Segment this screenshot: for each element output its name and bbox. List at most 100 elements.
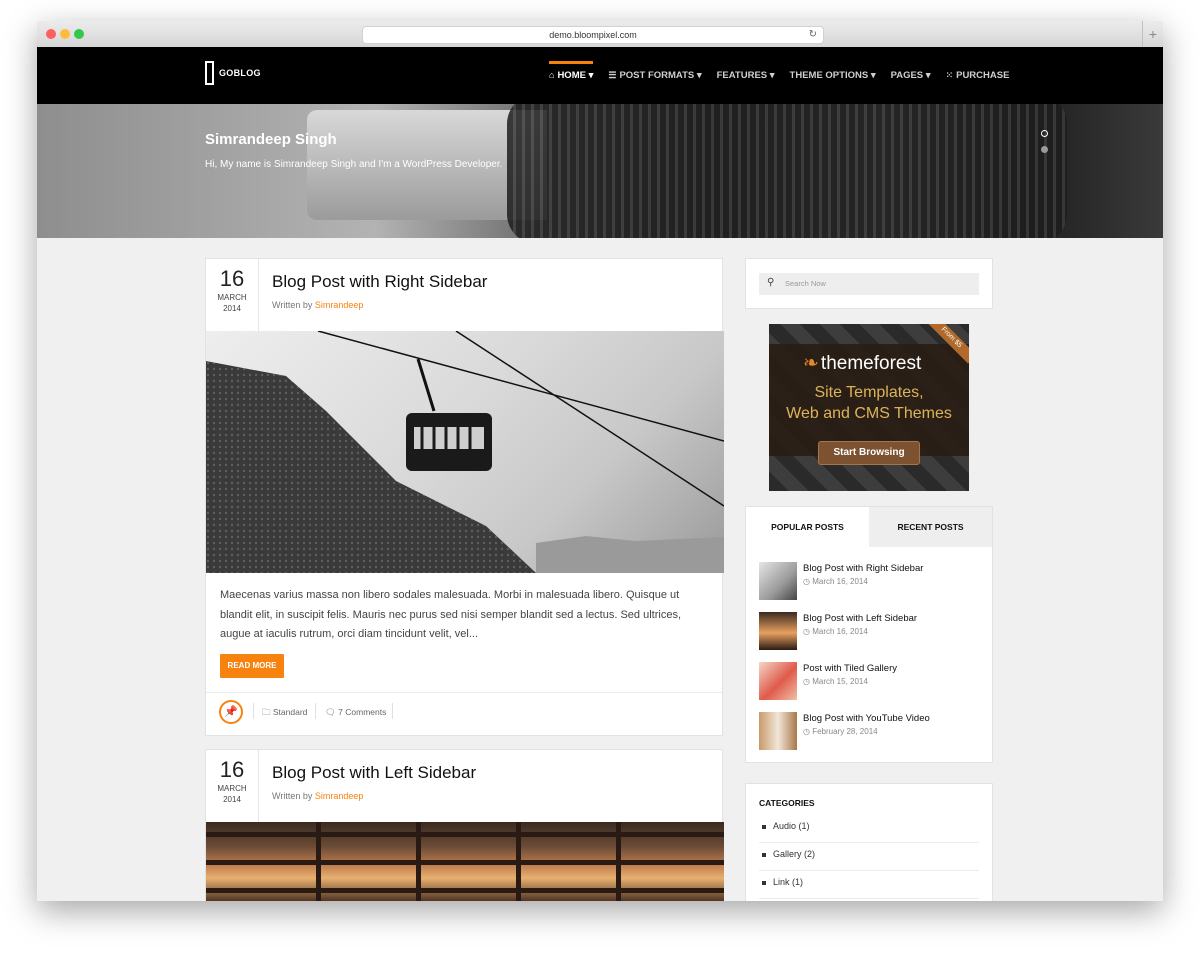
- ad-brand: ❧ themeforest: [803, 352, 921, 375]
- nav-item-pages[interactable]: PAGES ▾: [891, 47, 931, 104]
- popular-post-date: ◷ March 16, 2014: [803, 577, 868, 586]
- fence-bar: [206, 860, 724, 865]
- hero-title: Simrandeep Singh: [205, 131, 337, 148]
- post-thumbnail: [759, 612, 797, 650]
- post-title[interactable]: Blog Post with Right Sidebar: [272, 272, 487, 292]
- post-comments-label: 7 Comments: [338, 707, 387, 717]
- fence-bar: [516, 822, 521, 901]
- nav-item-features[interactable]: FEATURES ▾: [717, 47, 775, 104]
- popular-post-date: ◷ March 15, 2014: [803, 677, 868, 686]
- category-item[interactable]: Audio (1): [759, 815, 979, 843]
- nav-item-home[interactable]: ⌂ HOME ▾: [549, 47, 594, 104]
- post-card: 16 MARCH 2014 Blog Post with Right Sideb…: [205, 258, 724, 736]
- popular-post-item[interactable]: Post with Tiled Gallery ◷ March 15, 2014: [759, 662, 984, 700]
- post-author-link[interactable]: Simrandeep: [315, 791, 364, 801]
- popular-post-date-value: March 15, 2014: [812, 677, 868, 686]
- popular-post-date-value: February 28, 2014: [812, 727, 878, 736]
- new-tab-icon[interactable]: +: [1142, 21, 1163, 47]
- post-thumbnail: [759, 712, 797, 750]
- fence-bar: [206, 832, 724, 837]
- post-year: 2014: [223, 304, 241, 313]
- ad-headline-1: Site Templates,: [814, 384, 924, 401]
- start-browsing-button[interactable]: Start Browsing: [818, 441, 920, 465]
- post-month: MARCH: [217, 784, 247, 793]
- address-bar[interactable]: demo.bloompixel.com ↻: [362, 26, 824, 44]
- clock-icon: ◷: [803, 627, 810, 636]
- nav-item-post-formats[interactable]: ☰ POST FORMATS ▾: [608, 47, 701, 104]
- maximize-window-button[interactable]: [74, 29, 84, 39]
- post-category-link[interactable]: 🗀 Standard: [262, 707, 307, 721]
- read-more-button[interactable]: READ MORE: [220, 654, 284, 678]
- minimize-window-button[interactable]: [60, 29, 70, 39]
- popular-post-date: ◷ March 16, 2014: [803, 627, 868, 636]
- popular-post-item[interactable]: Blog Post with Right Sidebar ◷ March 16,…: [759, 562, 984, 600]
- tab-recent-posts[interactable]: RECENT POSTS: [869, 507, 992, 547]
- post-meta-bar: 📌 🗀 Standard 🗨 7 Comments: [206, 692, 722, 735]
- popular-post-date-value: March 16, 2014: [812, 577, 868, 586]
- browser-window: demo.bloompixel.com ↻ + GOBLOG ⌂ HOME ▾ ☰…: [37, 21, 1163, 901]
- nav-item-pages-label: PAGES ▾: [890, 70, 931, 81]
- post-card: 16 MARCH 2014 Blog Post with Left Sideba…: [205, 749, 724, 901]
- spinner-icon: ⁙: [945, 70, 954, 80]
- clock-icon: ◷: [803, 727, 810, 736]
- post-byline: Written by Simrandeep: [272, 300, 363, 310]
- nav-item-theme-options[interactable]: THEME OPTIONS ▾: [790, 47, 876, 104]
- hero-subtitle: Hi, My name is Simrandeep Singh and I'm …: [205, 159, 503, 170]
- post-day: 16: [219, 266, 245, 291]
- slider-dot-2[interactable]: [1041, 146, 1048, 153]
- reload-icon[interactable]: ↻: [809, 27, 817, 43]
- fence-bar: [416, 822, 421, 901]
- categories-widget: CATEGORIES Audio (1) Gallery (2) Link (1…: [745, 783, 993, 901]
- site-logo[interactable]: GOBLOG: [205, 61, 261, 85]
- posts-tabs-widget: POPULAR POSTS RECENT POSTS Blog Post wit…: [745, 506, 993, 763]
- category-item[interactable]: Link (1): [759, 871, 979, 899]
- post-featured-image[interactable]: [206, 822, 724, 901]
- themeforest-ad[interactable]: ❧ themeforest Site Templates, Web and CMS…: [769, 324, 969, 491]
- categories-title: CATEGORIES: [759, 798, 815, 808]
- post-title[interactable]: Blog Post with Left Sidebar: [272, 763, 476, 783]
- themeforest-leaf-icon: ❧: [803, 353, 819, 374]
- post-thumbnail: [759, 562, 797, 600]
- fence-bar: [316, 822, 321, 901]
- fence-bar: [616, 822, 621, 901]
- post-month: MARCH: [217, 293, 247, 302]
- popular-post-item[interactable]: Blog Post with Left Sidebar ◷ March 16, …: [759, 612, 984, 650]
- comments-icon: 🗨: [325, 707, 336, 717]
- main-menu: ⌂ HOME ▾ ☰ POST FORMATS ▾ FEATURES ▾ THEME…: [549, 47, 1024, 104]
- popular-post-item[interactable]: Blog Post with YouTube Video ◷ February …: [759, 712, 984, 750]
- search-placeholder: Search Now: [785, 279, 826, 288]
- pin-icon: 📌: [219, 700, 243, 724]
- hero-slider: Simrandeep Singh Hi, My name is Simrande…: [37, 104, 1163, 238]
- ad-brand-label: themeforest: [820, 353, 922, 374]
- nav-item-post-formats-label: POST FORMATS ▾: [619, 70, 702, 81]
- post-comments-link[interactable]: 🗨 7 Comments: [325, 707, 386, 718]
- byline-prefix: Written by: [272, 300, 313, 310]
- nav-item-theme-options-label: THEME OPTIONS ▾: [789, 70, 876, 81]
- tab-popular-posts[interactable]: POPULAR POSTS: [746, 507, 869, 547]
- search-icon: ⚲: [767, 277, 775, 288]
- popular-post-title: Blog Post with Left Sidebar: [803, 613, 918, 624]
- post-author-link[interactable]: Simrandeep: [315, 300, 364, 310]
- clock-icon: ◷: [803, 677, 810, 686]
- posts-tabs: POPULAR POSTS RECENT POSTS: [746, 507, 992, 547]
- bullet-icon: [762, 825, 766, 829]
- top-navigation: GOBLOG ⌂ HOME ▾ ☰ POST FORMATS ▾ FEATURES …: [37, 47, 1163, 104]
- post-date: 16 MARCH 2014: [206, 259, 259, 331]
- post-date: 16 MARCH 2014: [206, 750, 259, 822]
- home-icon: ⌂: [549, 70, 555, 80]
- post-featured-image[interactable]: [206, 331, 724, 573]
- nav-item-purchase[interactable]: ⁙ PURCHASE: [946, 47, 1010, 104]
- close-window-button[interactable]: [46, 29, 56, 39]
- folder-icon: 🗀: [262, 707, 271, 717]
- popular-post-title: Post with Tiled Gallery: [803, 663, 897, 674]
- browser-toolbar: demo.bloompixel.com ↻ +: [37, 21, 1163, 48]
- post-day: 16: [219, 757, 245, 782]
- category-label: Gallery (2): [773, 849, 816, 859]
- slider-dot-1[interactable]: [1041, 130, 1048, 137]
- post-excerpt: Maecenas varius massa non libero sodales…: [220, 589, 681, 640]
- meta-divider: [392, 703, 393, 719]
- address-bar-url: demo.bloompixel.com: [549, 30, 637, 40]
- cable-car-image: [206, 331, 724, 573]
- search-input[interactable]: ⚲ Search Now: [759, 273, 979, 295]
- category-item[interactable]: Gallery (2): [759, 843, 979, 871]
